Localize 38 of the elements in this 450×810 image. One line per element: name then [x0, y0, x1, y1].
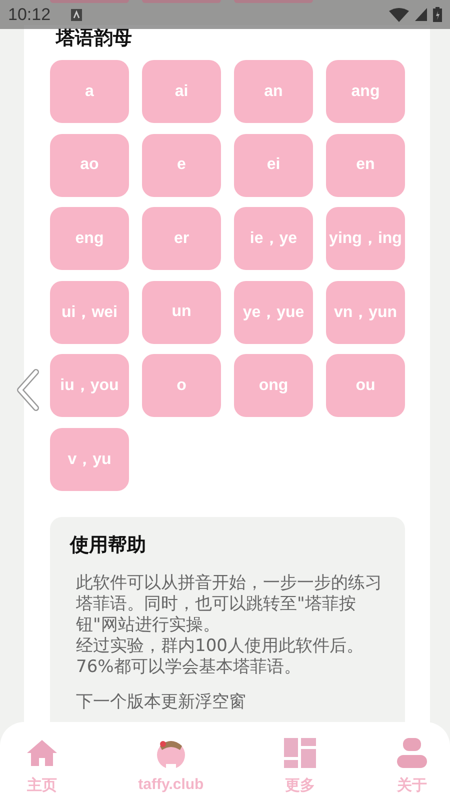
- key-button[interactable]: ang: [326, 60, 405, 123]
- key-button[interactable]: vn，yun: [326, 280, 405, 344]
- wifi-icon: [389, 8, 409, 22]
- key-button[interactable]: en: [326, 134, 405, 196]
- nav-item[interactable]: 更多: [284, 736, 316, 802]
- key-button[interactable]: iu，you: [50, 354, 129, 417]
- section-title: 塔语韵母: [56, 26, 133, 51]
- key-button[interactable]: ei: [234, 134, 313, 196]
- nav-item[interactable]: 关于: [396, 736, 428, 802]
- nav-item[interactable]: 主页: [26, 736, 58, 802]
- help-text: 下一个版本更新浮空窗: [76, 692, 247, 712]
- key-button[interactable]: er: [142, 207, 221, 270]
- key-button[interactable]: ong: [234, 354, 313, 417]
- key-button[interactable]: un: [142, 280, 221, 344]
- key-button[interactable]: ou: [326, 354, 405, 417]
- help-text: 76%都可以学会基本塔菲语。: [76, 656, 302, 678]
- key-button[interactable]: v，yu: [50, 428, 129, 490]
- key-button[interactable]: eng: [50, 207, 129, 270]
- key-button[interactable]: ao: [50, 134, 129, 196]
- person-icon: [396, 736, 428, 770]
- layout-grid-icon: [284, 736, 316, 770]
- key-button[interactable]: ai: [142, 60, 221, 123]
- key-button[interactable]: ui，wei: [50, 280, 129, 344]
- notification-icon: [70, 8, 82, 20]
- key-button[interactable]: a: [50, 60, 129, 123]
- key-button[interactable]: ie，ye: [234, 207, 313, 270]
- key-button[interactable]: ye，yue: [234, 280, 313, 344]
- nav-item[interactable]: taffy.club: [138, 736, 204, 802]
- help-text: 此软件可以从拼音开始，一步一步的练习塔菲语。同时，也可以跳转至"塔菲按钮"网站进行实操。: [76, 572, 383, 636]
- key-button[interactable]: e: [142, 134, 221, 196]
- help-text: 经过实验，群内100人使用此软件后。: [76, 636, 364, 656]
- battery-icon: [433, 7, 442, 22]
- key-button[interactable]: o: [142, 354, 221, 417]
- signal-icon: [415, 8, 427, 21]
- status-time: 10:12: [8, 4, 51, 24]
- key-button[interactable]: ying，ing: [326, 207, 405, 270]
- key-button[interactable]: an: [234, 60, 313, 123]
- help-title: 使用帮助: [70, 532, 147, 558]
